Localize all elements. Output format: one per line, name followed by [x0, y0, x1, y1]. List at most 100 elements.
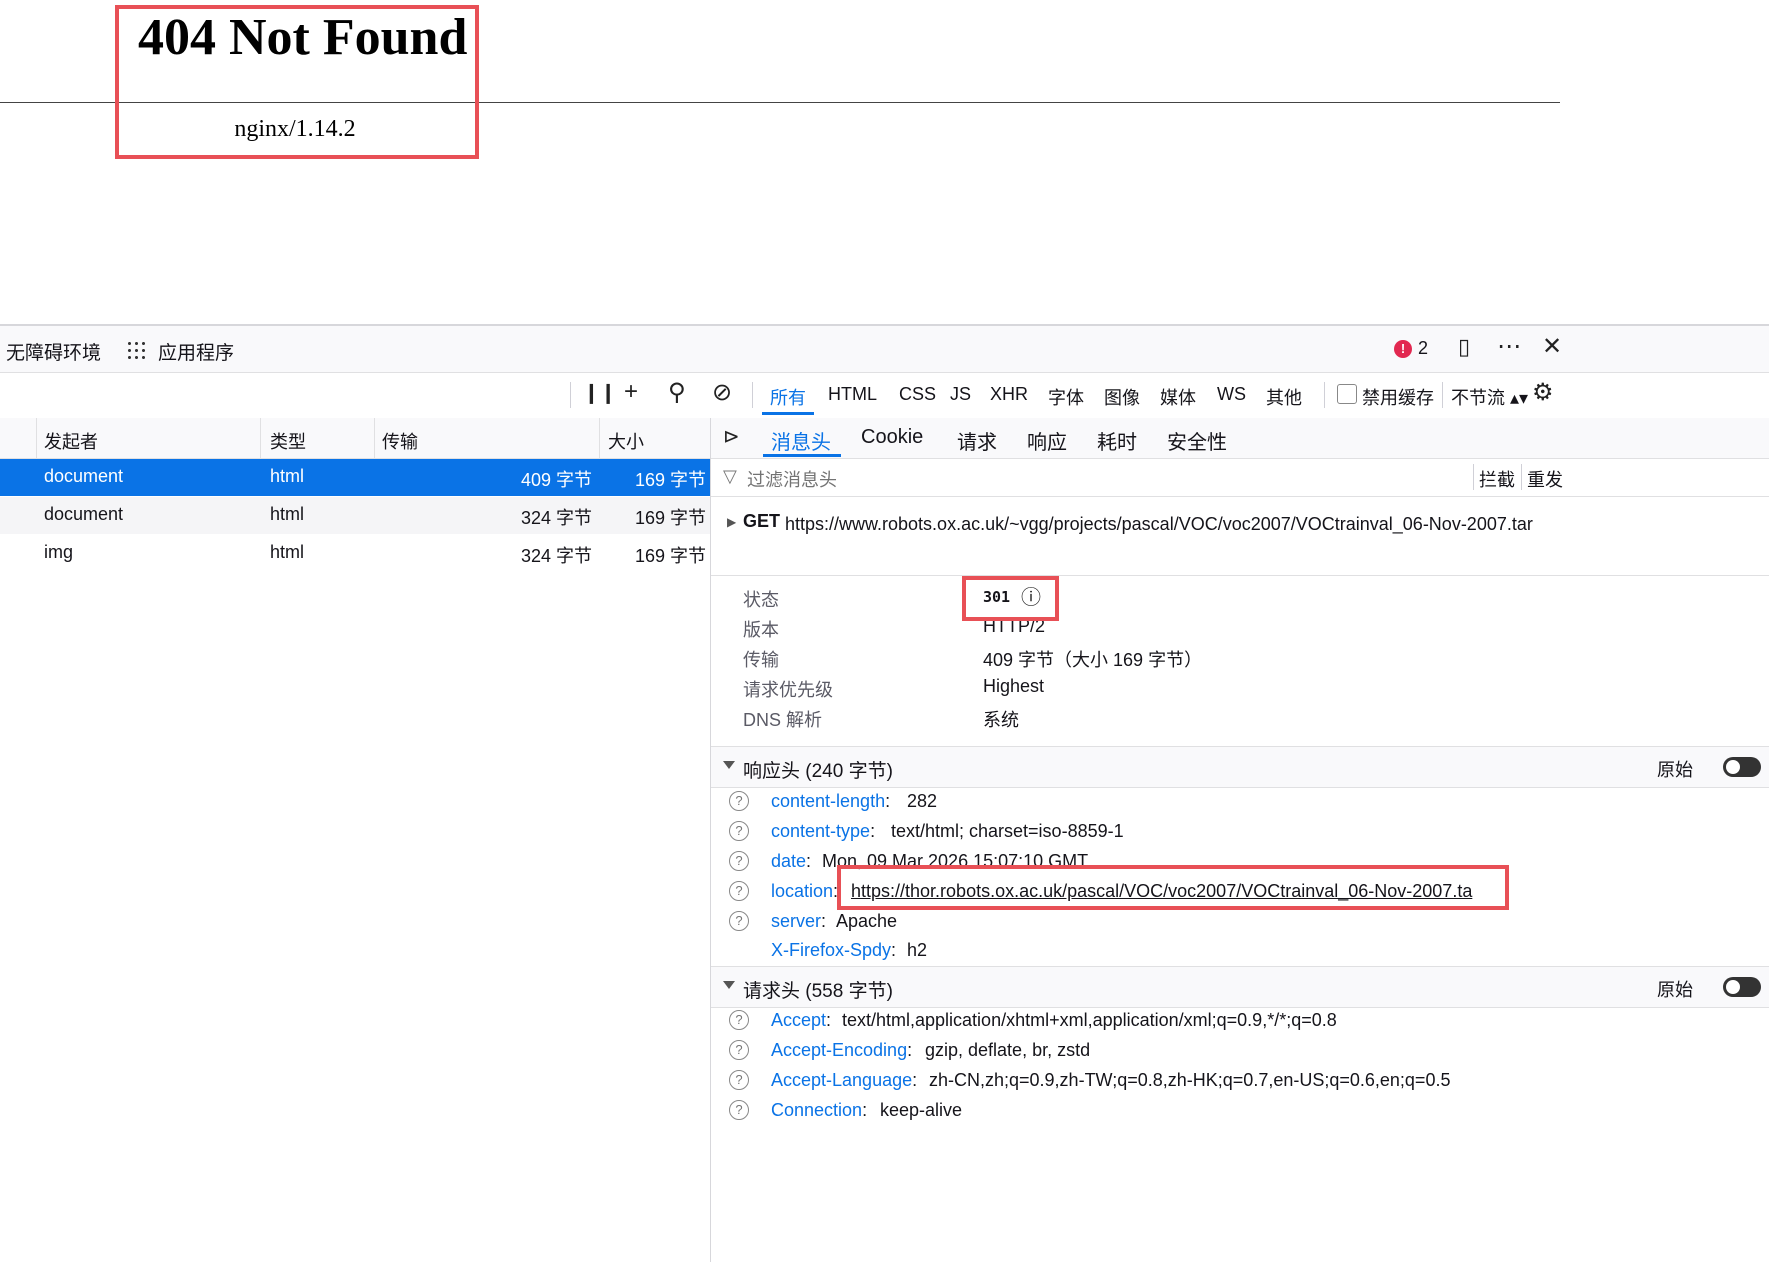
- block-button[interactable]: 拦截: [1479, 466, 1515, 492]
- expand-icon[interactable]: ▶: [727, 515, 736, 529]
- header-initiator[interactable]: 发起者: [44, 428, 98, 454]
- header-name: Accept-Language: [771, 1070, 917, 1091]
- cell-size: 169 字节: [634, 508, 706, 528]
- cell-type: html: [270, 504, 305, 524]
- cell-size: 169 字节: [634, 546, 706, 566]
- apps-grid-icon: [126, 340, 146, 360]
- help-icon[interactable]: ?: [729, 911, 749, 931]
- search-icon[interactable]: ⚲: [668, 378, 686, 407]
- page-heading: 404 Not Found: [138, 9, 468, 66]
- response-headers-section[interactable]: 响应头 (240 字节) 原始: [711, 746, 1769, 788]
- header-size[interactable]: 大小: [608, 428, 644, 454]
- location-link[interactable]: https://thor.robots.ox.ac.uk/pascal/VOC/…: [851, 881, 1472, 902]
- cell-transfer: 324 字节: [520, 508, 592, 528]
- tab-timings[interactable]: 耗时: [1097, 426, 1137, 455]
- header-transfer[interactable]: 传输: [382, 428, 418, 454]
- header-filter: ▽ 过滤消息头 拦截 重发: [711, 458, 1769, 497]
- header-line: ? Connection keep-alive: [711, 1097, 1769, 1127]
- help-icon[interactable]: ?: [729, 1070, 749, 1090]
- filter-icon: ▽: [723, 466, 737, 486]
- header-name: Accept: [771, 1010, 831, 1031]
- version-label: 版本: [743, 620, 779, 640]
- header-value: gzip, deflate, br, zstd: [925, 1040, 1091, 1060]
- request-headers-section[interactable]: 请求头 (558 字节) 原始: [711, 966, 1769, 1008]
- header-name: content-length: [771, 791, 890, 812]
- header-line: ? server Apache: [711, 908, 1769, 938]
- header-value: Mon, 09 Mar 2026 15:07:10 GMT: [822, 851, 1089, 871]
- tab-application[interactable]: 应用程序: [158, 338, 234, 365]
- gear-icon[interactable]: ⚙: [1532, 378, 1554, 407]
- resend-button[interactable]: 重发: [1527, 466, 1563, 492]
- error-counter[interactable]: ! 2: [1394, 338, 1428, 359]
- filter-xhr[interactable]: XHR: [982, 382, 1036, 407]
- table-row[interactable]: img html 324 字节 169 字节: [0, 535, 710, 572]
- cell-type: html: [270, 542, 305, 562]
- table-row[interactable]: document html 409 字节 169 字节: [0, 459, 710, 496]
- filter-html[interactable]: HTML: [820, 382, 885, 407]
- tab-accessibility[interactable]: 无障碍环境: [6, 338, 101, 365]
- page-content: 404 Not Found nginx/1.14.2: [0, 0, 1769, 324]
- dns-label: DNS 解析: [743, 710, 823, 730]
- disable-cache-label: 禁用缓存: [1362, 388, 1434, 408]
- help-icon[interactable]: ⓘ: [1021, 581, 1041, 610]
- block-icon[interactable]: ⊘: [712, 378, 732, 407]
- filter-ws[interactable]: WS: [1209, 382, 1254, 407]
- transfer-value: 409 字节（大小 169 字节）: [983, 650, 1203, 670]
- tab-security[interactable]: 安全性: [1167, 426, 1227, 455]
- header-line: ? Accept-Encoding gzip, deflate, br, zst…: [711, 1037, 1769, 1067]
- priority-value: Highest: [983, 676, 1045, 696]
- request-list: 发起者 类型 传输 大小 document html 409 字节 169 字节…: [0, 418, 711, 1262]
- raw-toggle[interactable]: [1723, 757, 1761, 777]
- table-row[interactable]: document html 324 字节 169 字节: [0, 497, 710, 534]
- help-icon[interactable]: ?: [729, 1100, 749, 1120]
- filter-js[interactable]: JS: [942, 382, 979, 407]
- collapse-icon: [723, 981, 735, 989]
- header-line: X-Firefox-Spdy h2: [711, 937, 1769, 967]
- header-type[interactable]: 类型: [270, 428, 306, 454]
- close-icon[interactable]: ✕: [1542, 332, 1562, 361]
- cell-type: html: [270, 466, 305, 486]
- divider: [0, 102, 1560, 103]
- help-icon[interactable]: ?: [729, 821, 749, 841]
- toolbar-separator: [1473, 464, 1474, 490]
- header-value: 282: [907, 791, 938, 811]
- responsive-design-icon[interactable]: ▯: [1458, 334, 1470, 360]
- error-count: 2: [1418, 338, 1429, 358]
- header-name: location: [771, 881, 838, 902]
- tab-response[interactable]: 响应: [1027, 426, 1067, 455]
- column-separator: [374, 418, 375, 458]
- help-icon[interactable]: ?: [729, 851, 749, 871]
- filter-images[interactable]: 图像: [1096, 382, 1148, 412]
- more-options-icon[interactable]: ⋯: [1497, 332, 1521, 361]
- column-separator: [36, 418, 37, 458]
- toggle-sidebar-icon[interactable]: ⊳: [723, 424, 740, 449]
- filter-other[interactable]: 其他: [1258, 382, 1310, 412]
- request-headers-title: 请求头 (558 字节): [743, 981, 893, 1002]
- tab-cookie[interactable]: Cookie: [861, 426, 923, 449]
- help-icon[interactable]: ?: [729, 881, 749, 901]
- network-toolbar: ❙❙ + ⚲ ⊘ 所有 HTML CSS JS XHR 字体 图像 媒体 WS …: [0, 372, 1769, 419]
- pause-icon[interactable]: ❙❙: [583, 380, 617, 405]
- header-value: text/html; charset=iso-8859-1: [891, 821, 1124, 841]
- tab-request[interactable]: 请求: [957, 426, 997, 455]
- filter-css[interactable]: CSS: [891, 382, 944, 407]
- help-icon[interactable]: ?: [729, 1010, 749, 1030]
- raw-toggle[interactable]: [1723, 977, 1761, 997]
- server-signature: nginx/1.14.2: [234, 116, 356, 142]
- response-headers-title: 响应头 (240 字节): [743, 761, 893, 782]
- help-icon[interactable]: ?: [729, 1040, 749, 1060]
- header-name: X-Firefox-Spdy: [771, 940, 896, 961]
- request-detail: ⊳ 消息头 Cookie 请求 响应 耗时 安全性 ▽ 过滤消息头 拦截 重发 …: [711, 418, 1769, 1262]
- header-value: Apache: [836, 911, 898, 931]
- dns-value: 系统: [983, 710, 1019, 730]
- devtools-panel: 无障碍环境 应用程序 ! 2 ▯ ⋯ ✕ ❙❙ + ⚲ ⊘ 所有 HTML CS…: [0, 324, 1769, 1262]
- filter-fonts[interactable]: 字体: [1040, 382, 1092, 412]
- filter-all[interactable]: 所有: [762, 382, 814, 415]
- filter-headers-input[interactable]: 过滤消息头: [747, 466, 837, 492]
- filter-media[interactable]: 媒体: [1152, 382, 1204, 412]
- help-icon[interactable]: ?: [729, 791, 749, 811]
- cell-initiator: document: [44, 504, 124, 524]
- add-icon[interactable]: +: [624, 378, 638, 406]
- tab-headers[interactable]: 消息头: [771, 426, 831, 455]
- throttle-select[interactable]: 不节流 ▴▾: [1443, 382, 1536, 412]
